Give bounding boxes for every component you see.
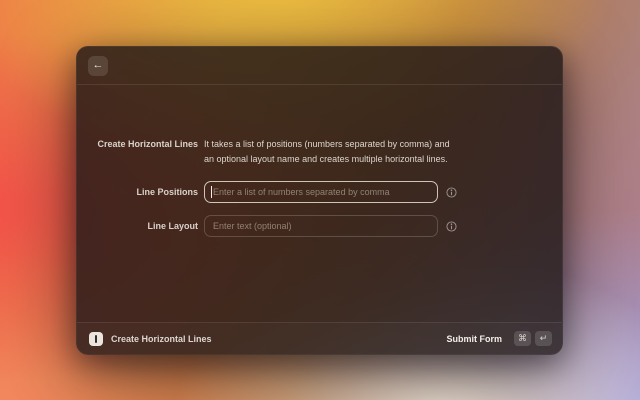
desktop-background: ← Create Horizontal Lines It takes a lis…	[0, 0, 640, 400]
command-title-label: Create Horizontal Lines	[97, 139, 198, 149]
back-button[interactable]: ←	[88, 56, 108, 76]
command-icon	[89, 331, 103, 346]
submit-form-button[interactable]: Submit Form	[447, 334, 503, 344]
command-description-text: It takes a list of positions (numbers se…	[204, 139, 450, 164]
line-positions-label: Line Positions	[136, 187, 198, 197]
command-description-row: Create Horizontal Lines It takes a list …	[77, 137, 562, 166]
return-key-icon: ↵	[535, 331, 552, 346]
line-positions-input[interactable]	[204, 181, 438, 203]
line-layout-label: Line Layout	[147, 221, 198, 231]
info-icon[interactable]	[446, 220, 457, 232]
line-positions-row: Line Positions	[77, 181, 562, 203]
window-footer: Create Horizontal Lines Submit Form ⌘ ↵	[77, 322, 562, 354]
raycast-form-window: ← Create Horizontal Lines It takes a lis…	[76, 46, 563, 355]
command-key-icon: ⌘	[514, 331, 531, 346]
line-layout-row: Line Layout	[77, 215, 562, 237]
back-arrow-icon: ←	[92, 59, 104, 71]
window-titlebar: ←	[77, 47, 562, 85]
text-caret	[211, 186, 212, 198]
info-icon[interactable]	[446, 186, 457, 198]
vertical-line-glyph	[94, 334, 98, 343]
footer-command-name: Create Horizontal Lines	[111, 333, 212, 344]
line-layout-input[interactable]	[204, 215, 438, 237]
